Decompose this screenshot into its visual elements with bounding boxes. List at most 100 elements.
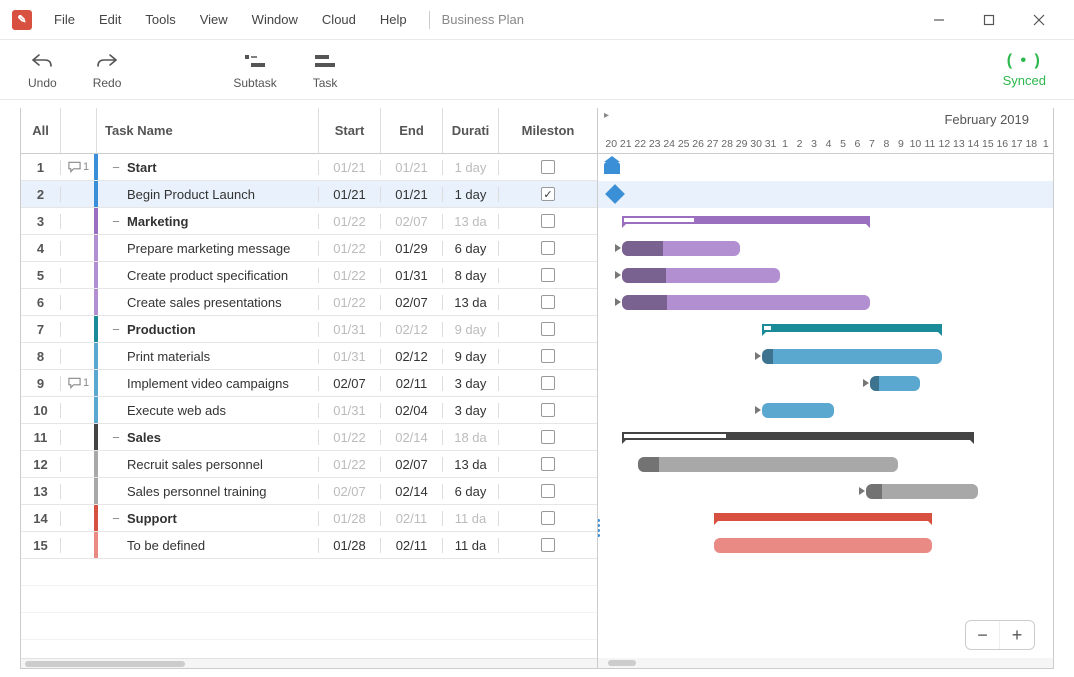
end-cell[interactable]: 02/14 xyxy=(381,484,443,499)
collapse-icon[interactable]: − xyxy=(109,214,123,229)
task-bar[interactable] xyxy=(762,349,942,364)
start-cell[interactable]: 02/07 xyxy=(319,484,381,499)
minimize-button[interactable] xyxy=(916,0,962,40)
row-comment[interactable]: 1 xyxy=(61,161,97,173)
milestone-checkbox[interactable] xyxy=(541,457,555,471)
milestone-checkbox[interactable] xyxy=(541,430,555,444)
milestone-checkbox[interactable] xyxy=(541,349,555,363)
task-name-cell[interactable]: −Production xyxy=(97,322,319,337)
table-row[interactable]: 13Sales personnel training02/0702/146 da… xyxy=(21,478,597,505)
duration-cell[interactable]: 6 day xyxy=(443,241,499,256)
duration-cell[interactable]: 13 da xyxy=(443,457,499,472)
gantt-row[interactable] xyxy=(598,154,1053,181)
task-bar[interactable] xyxy=(622,295,870,310)
row-comment[interactable]: 1 xyxy=(61,377,97,389)
table-row[interactable]: 3−Marketing01/2202/0713 da xyxy=(21,208,597,235)
col-header-comment[interactable] xyxy=(61,108,97,153)
milestone-cell[interactable] xyxy=(499,322,597,336)
task-bar[interactable] xyxy=(870,376,920,391)
milestone-checkbox[interactable] xyxy=(541,187,555,201)
end-cell[interactable]: 02/04 xyxy=(381,403,443,418)
menu-window[interactable]: Window xyxy=(242,8,308,31)
col-header-duration[interactable]: Durati xyxy=(443,108,499,153)
collapse-icon[interactable]: − xyxy=(109,160,123,175)
collapse-icon[interactable]: − xyxy=(109,430,123,445)
milestone-cell[interactable] xyxy=(499,349,597,363)
col-header-end[interactable]: End xyxy=(381,108,443,153)
duration-cell[interactable]: 18 da xyxy=(443,430,499,445)
milestone-cell[interactable] xyxy=(499,295,597,309)
task-name-cell[interactable]: Recruit sales personnel xyxy=(97,457,319,472)
table-row-empty[interactable] xyxy=(21,559,597,586)
task-name-cell[interactable]: −Sales xyxy=(97,430,319,445)
subtask-button[interactable]: Subtask xyxy=(233,50,276,90)
duration-cell[interactable]: 1 day xyxy=(443,187,499,202)
start-cell[interactable]: 01/21 xyxy=(319,187,381,202)
gantt-row[interactable] xyxy=(598,370,1053,397)
start-cell[interactable]: 01/28 xyxy=(319,511,381,526)
summary-bar[interactable] xyxy=(714,513,932,521)
duration-cell[interactable]: 13 da xyxy=(443,214,499,229)
zoom-in-button[interactable]: + xyxy=(1000,621,1034,649)
table-row[interactable]: 10Execute web ads01/3102/043 day xyxy=(21,397,597,424)
table-row[interactable]: 6Create sales presentations01/2202/0713 … xyxy=(21,289,597,316)
table-row[interactable]: 14−Support01/2802/1111 da xyxy=(21,505,597,532)
gantt-row[interactable] xyxy=(598,289,1053,316)
table-row[interactable]: 8Print materials01/3102/129 day xyxy=(21,343,597,370)
start-cell[interactable]: 01/22 xyxy=(319,295,381,310)
table-row-empty[interactable] xyxy=(21,586,597,613)
task-bar[interactable] xyxy=(866,484,978,499)
gantt-scrollbar-h[interactable] xyxy=(598,658,1053,668)
task-name-cell[interactable]: Execute web ads xyxy=(97,403,319,418)
end-cell[interactable]: 02/12 xyxy=(381,349,443,364)
start-cell[interactable]: 01/31 xyxy=(319,403,381,418)
collapse-icon[interactable]: − xyxy=(109,511,123,526)
end-cell[interactable]: 02/12 xyxy=(381,322,443,337)
milestone-checkbox[interactable] xyxy=(541,511,555,525)
col-header-milestone[interactable]: Mileston xyxy=(499,108,597,153)
gantt-row[interactable] xyxy=(598,208,1053,235)
summary-bar[interactable] xyxy=(622,216,870,224)
task-name-cell[interactable]: −Support xyxy=(97,511,319,526)
duration-cell[interactable]: 6 day xyxy=(443,484,499,499)
gantt-row[interactable] xyxy=(598,262,1053,289)
summary-bar[interactable] xyxy=(762,324,942,332)
duration-cell[interactable]: 11 da xyxy=(443,511,499,526)
menu-cloud[interactable]: Cloud xyxy=(312,8,366,31)
table-row[interactable]: 11−Start01/2101/211 day xyxy=(21,154,597,181)
summary-bar[interactable] xyxy=(622,432,974,440)
gantt-row[interactable] xyxy=(598,451,1053,478)
zoom-out-button[interactable]: − xyxy=(966,621,1000,649)
duration-cell[interactable]: 13 da xyxy=(443,295,499,310)
task-name-cell[interactable]: Print materials xyxy=(97,349,319,364)
task-name-cell[interactable]: Prepare marketing message xyxy=(97,241,319,256)
duration-cell[interactable]: 9 day xyxy=(443,349,499,364)
col-header-start[interactable]: Start xyxy=(319,108,381,153)
start-cell[interactable]: 01/22 xyxy=(319,268,381,283)
task-name-cell[interactable]: −Marketing xyxy=(97,214,319,229)
duration-cell[interactable]: 1 day xyxy=(443,160,499,175)
task-name-cell[interactable]: Sales personnel training xyxy=(97,484,319,499)
milestone-cell[interactable] xyxy=(499,268,597,282)
task-name-cell[interactable]: To be defined xyxy=(97,538,319,553)
milestone-checkbox[interactable] xyxy=(541,538,555,552)
duration-cell[interactable]: 8 day xyxy=(443,268,499,283)
redo-button[interactable]: Redo xyxy=(93,50,122,90)
table-row[interactable]: 2Begin Product Launch01/2101/211 day xyxy=(21,181,597,208)
gantt-row[interactable] xyxy=(598,343,1053,370)
menu-edit[interactable]: Edit xyxy=(89,8,131,31)
start-cell[interactable]: 01/22 xyxy=(319,214,381,229)
task-name-cell[interactable]: −Start xyxy=(97,160,319,175)
scrollbar-thumb[interactable] xyxy=(25,661,185,667)
milestone-cell[interactable] xyxy=(499,457,597,471)
milestone-checkbox[interactable] xyxy=(541,295,555,309)
table-row[interactable]: 5Create product specification01/2201/318… xyxy=(21,262,597,289)
task-name-cell[interactable]: Create sales presentations xyxy=(97,295,319,310)
milestone-checkbox[interactable] xyxy=(541,322,555,336)
milestone-checkbox[interactable] xyxy=(541,241,555,255)
end-cell[interactable]: 02/14 xyxy=(381,430,443,445)
milestone-cell[interactable] xyxy=(499,241,597,255)
start-cell[interactable]: 01/22 xyxy=(319,457,381,472)
col-header-name[interactable]: Task Name xyxy=(97,108,319,153)
milestone-cell[interactable] xyxy=(499,430,597,444)
